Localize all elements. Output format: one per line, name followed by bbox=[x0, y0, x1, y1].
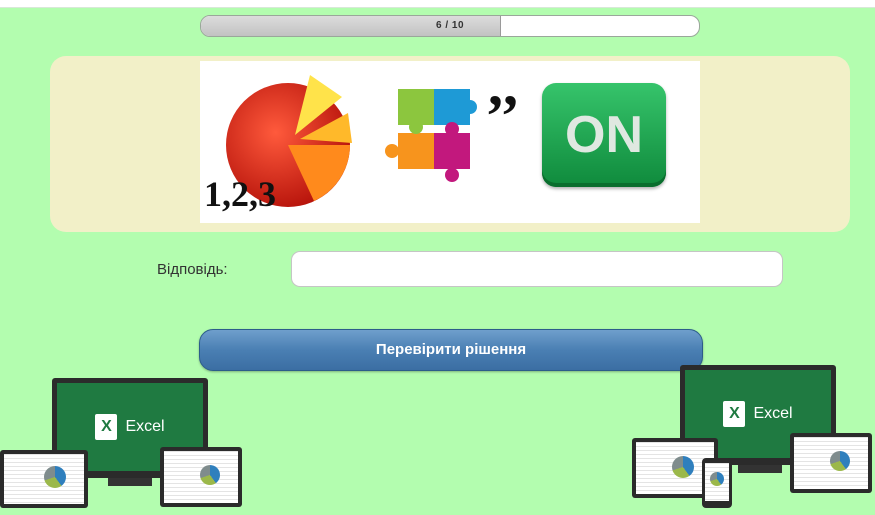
top-strip bbox=[0, 0, 875, 8]
progress-text: 6 / 10 bbox=[435, 20, 465, 31]
pie-icon bbox=[672, 456, 694, 478]
pie-icon bbox=[200, 465, 220, 485]
excel-logo-icon: X bbox=[95, 414, 118, 440]
monitor-stand bbox=[738, 465, 782, 473]
excel-word: Excel bbox=[753, 405, 793, 422]
excel-logo-icon: X bbox=[723, 401, 746, 427]
quote-mark: ,, bbox=[488, 52, 518, 118]
pie-icon bbox=[44, 466, 66, 488]
rebus-image: 1,2,3 ,, ON bbox=[200, 52, 700, 223]
answer-input[interactable] bbox=[291, 251, 783, 287]
phone-right bbox=[702, 458, 732, 508]
laptop-left bbox=[0, 450, 88, 510]
on-button-image: ON bbox=[542, 83, 666, 187]
progress-bar: 6 / 10 bbox=[200, 15, 700, 37]
excel-word: Excel bbox=[125, 418, 165, 435]
monitor-stand bbox=[108, 478, 152, 486]
pie-icon bbox=[830, 451, 850, 471]
check-solution-button[interactable]: Перевірити рішення bbox=[199, 329, 703, 371]
numbers-text: 1,2,3 bbox=[204, 174, 276, 214]
puzzle-pieces-icon bbox=[385, 89, 477, 182]
tablet-left bbox=[160, 447, 242, 509]
tablet-right bbox=[790, 433, 872, 495]
answer-label: Відповідь: bbox=[157, 261, 228, 278]
pie-icon bbox=[710, 472, 724, 486]
